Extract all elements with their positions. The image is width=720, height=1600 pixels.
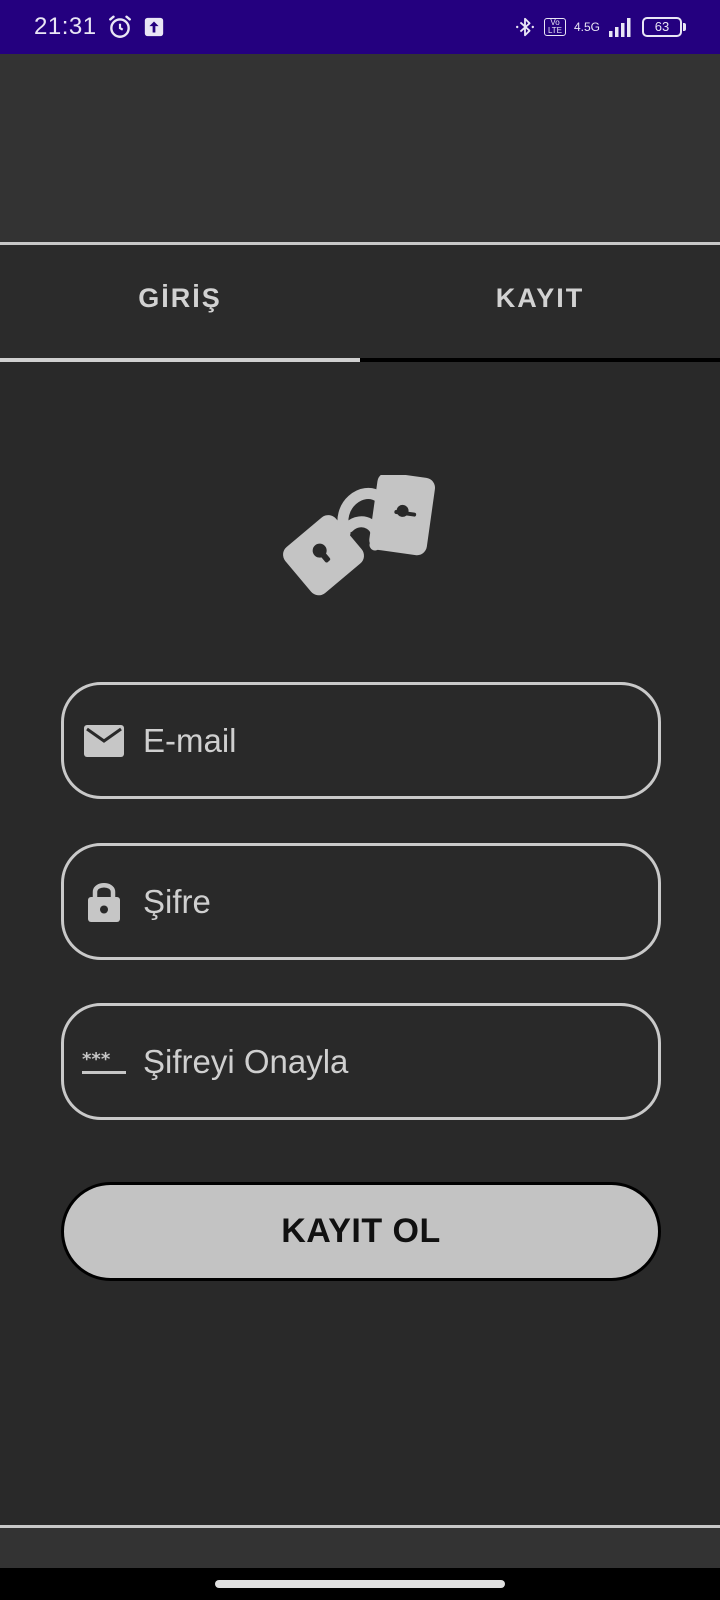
status-right: Vo LTE 4.5G 63 <box>514 14 686 40</box>
tab-register-label: KAYIT <box>495 283 585 313</box>
network-label: 4.5G <box>573 20 600 34</box>
password-input[interactable] <box>141 881 621 922</box>
battery-icon: 63 <box>642 17 686 37</box>
home-indicator[interactable] <box>215 1580 505 1588</box>
status-bar: 21:31 Vo LTE 4.5G 63 <box>0 0 720 54</box>
status-left: 21:31 <box>34 13 165 41</box>
mail-icon <box>82 719 126 763</box>
bluetooth-icon <box>514 14 536 40</box>
volte-icon: Vo LTE <box>543 18 566 36</box>
network-type: 4.5G <box>574 21 600 33</box>
tab-login[interactable]: GİRİŞ <box>0 245 360 362</box>
password-field[interactable] <box>61 843 661 960</box>
tab-register[interactable]: KAYIT <box>360 245 720 362</box>
status-time: 21:31 <box>34 13 97 40</box>
app-bar <box>0 54 720 242</box>
signal-icon <box>608 16 634 38</box>
svg-text:***: *** <box>82 1049 111 1070</box>
email-field[interactable] <box>61 682 661 799</box>
battery-tip <box>683 23 686 31</box>
confirm-password-field[interactable]: *** <box>61 1003 661 1120</box>
upload-icon <box>143 16 165 38</box>
confirm-password-input[interactable] <box>141 1041 621 1082</box>
bottom-bar <box>0 1528 720 1568</box>
battery-level: 63 <box>642 17 682 37</box>
tab-register-indicator <box>360 358 720 362</box>
gesture-nav-bar <box>0 1568 720 1600</box>
password-dots-icon: *** <box>82 1040 126 1084</box>
email-input[interactable] <box>141 720 621 761</box>
tab-login-indicator <box>0 358 360 362</box>
alarm-icon <box>107 14 133 40</box>
padlocks-icon <box>275 472 450 610</box>
tab-bar: GİRİŞ KAYIT <box>0 245 720 362</box>
lock-icon <box>82 880 126 924</box>
tab-login-label: GİRİŞ <box>138 283 222 313</box>
register-button[interactable]: KAYIT OL <box>61 1182 661 1281</box>
